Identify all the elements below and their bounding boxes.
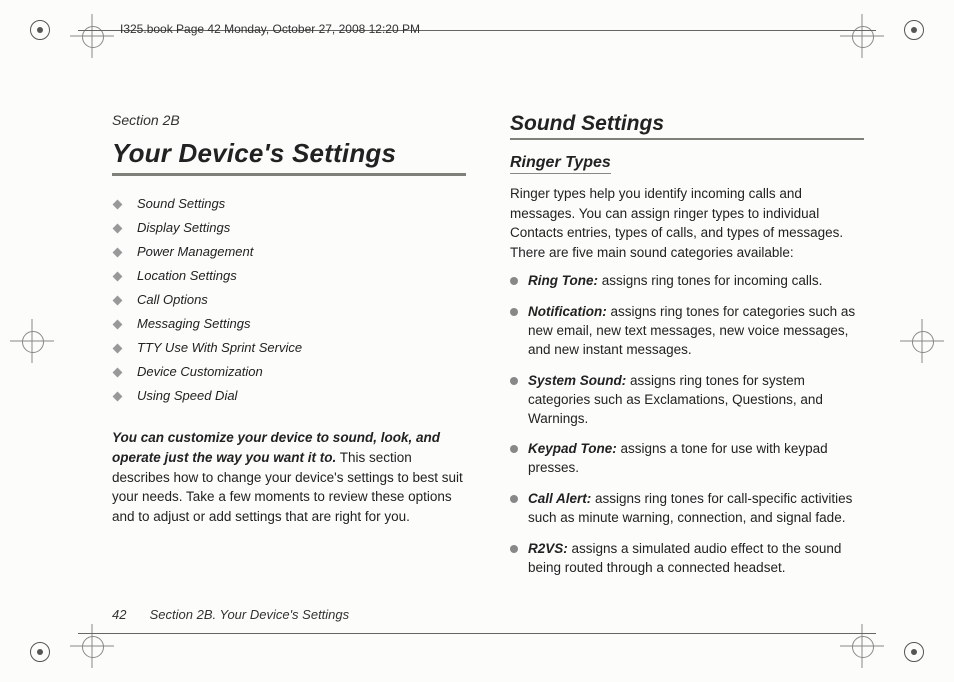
toc-item: Using Speed Dial xyxy=(112,384,466,408)
toc-item: Power Management xyxy=(112,240,466,264)
item-term: Ring Tone: xyxy=(528,273,598,288)
bullet-icon xyxy=(510,495,518,503)
right-column: Sound Settings Ringer Types Ringer types… xyxy=(510,112,864,596)
diamond-icon xyxy=(113,296,123,306)
diamond-icon xyxy=(113,392,123,402)
crop-mark-icon xyxy=(908,327,936,355)
crop-rule-bottom xyxy=(78,633,876,634)
bullet-icon xyxy=(510,308,518,316)
toc-label: Location Settings xyxy=(137,264,237,288)
bullet-icon xyxy=(510,377,518,385)
registration-mark-icon xyxy=(30,20,50,40)
list-item: Notification: assigns ring tones for cat… xyxy=(510,303,864,360)
toc-label: Messaging Settings xyxy=(137,312,250,336)
toc-item: Messaging Settings xyxy=(112,312,466,336)
left-column: Section 2B Your Device's Settings Sound … xyxy=(112,112,466,596)
subsection-heading: Ringer Types xyxy=(510,154,611,174)
source-file-label: I325.book Page 42 Monday, October 27, 20… xyxy=(120,22,420,36)
list-item: Call Alert: assigns ring tones for call-… xyxy=(510,490,864,528)
section-heading: Sound Settings xyxy=(510,112,864,136)
content-columns: Section 2B Your Device's Settings Sound … xyxy=(112,112,864,596)
toc-label: Sound Settings xyxy=(137,192,225,216)
intro-paragraph: You can customize your device to sound, … xyxy=(112,428,466,526)
bullet-icon xyxy=(510,277,518,285)
section-label: Section 2B xyxy=(112,112,466,128)
toc-label: Using Speed Dial xyxy=(137,384,237,408)
toc-label: Call Options xyxy=(137,288,208,312)
registration-mark-icon xyxy=(904,20,924,40)
crop-mark-icon xyxy=(848,632,876,660)
subsection-heading-wrap: Ringer Types xyxy=(510,154,864,184)
item-desc: assigns a simulated audio effect to the … xyxy=(528,541,841,575)
page-title: Your Device's Settings xyxy=(112,138,466,169)
item-term: Call Alert: xyxy=(528,491,591,506)
toc-list: Sound Settings Display Settings Power Ma… xyxy=(112,192,466,408)
section-rule xyxy=(510,138,864,140)
list-item: R2VS: assigns a simulated audio effect t… xyxy=(510,540,864,578)
toc-label: Power Management xyxy=(137,240,253,264)
diamond-icon xyxy=(113,272,123,282)
manual-page: I325.book Page 42 Monday, October 27, 20… xyxy=(0,0,954,682)
ringer-types-list: Ring Tone: assigns ring tones for incomi… xyxy=(510,272,864,578)
diamond-icon xyxy=(113,368,123,378)
item-desc: assigns ring tones for incoming calls. xyxy=(598,273,822,288)
toc-label: TTY Use With Sprint Service xyxy=(137,336,302,360)
list-item: System Sound: assigns ring tones for sys… xyxy=(510,372,864,429)
toc-item: Location Settings xyxy=(112,264,466,288)
diamond-icon xyxy=(113,320,123,330)
item-term: Notification: xyxy=(528,304,607,319)
diamond-icon xyxy=(113,248,123,258)
crop-mark-icon xyxy=(18,327,46,355)
toc-item: Display Settings xyxy=(112,216,466,240)
toc-label: Device Customization xyxy=(137,360,263,384)
crop-mark-icon xyxy=(78,22,106,50)
ringer-intro: Ringer types help you identify incoming … xyxy=(510,184,864,262)
bullet-icon xyxy=(510,445,518,453)
diamond-icon xyxy=(113,344,123,354)
crop-mark-icon xyxy=(78,632,106,660)
list-item: Ring Tone: assigns ring tones for incomi… xyxy=(510,272,864,291)
toc-item: Sound Settings xyxy=(112,192,466,216)
list-item: Keypad Tone: assigns a tone for use with… xyxy=(510,440,864,478)
toc-item: Call Options xyxy=(112,288,466,312)
diamond-icon xyxy=(113,200,123,210)
item-term: R2VS: xyxy=(528,541,568,556)
running-title: Section 2B. Your Device's Settings xyxy=(150,607,350,622)
page-number: 42 xyxy=(112,607,146,622)
title-rule xyxy=(112,173,466,176)
toc-item: Device Customization xyxy=(112,360,466,384)
diamond-icon xyxy=(113,224,123,234)
registration-mark-icon xyxy=(30,642,50,662)
toc-label: Display Settings xyxy=(137,216,230,240)
running-footer: 42 Section 2B. Your Device's Settings xyxy=(112,607,349,622)
item-term: Keypad Tone: xyxy=(528,441,617,456)
registration-mark-icon xyxy=(904,642,924,662)
bullet-icon xyxy=(510,545,518,553)
toc-item: TTY Use With Sprint Service xyxy=(112,336,466,360)
crop-mark-icon xyxy=(848,22,876,50)
item-term: System Sound: xyxy=(528,373,626,388)
